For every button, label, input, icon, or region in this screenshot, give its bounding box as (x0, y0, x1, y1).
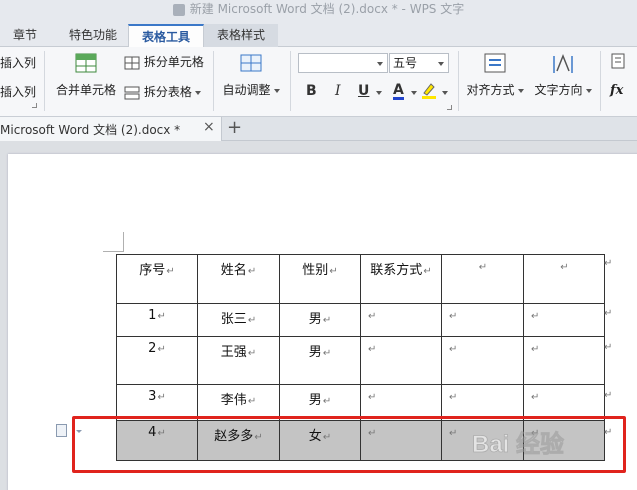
table-cell[interactable]: 联系方式↵ (360, 254, 442, 304)
table-cell[interactable]: 姓名↵ (197, 254, 280, 304)
split-cells-label: 拆分单元格 (143, 55, 204, 69)
document-tab[interactable]: Microsoft Word 文档 (2).docx * × (0, 117, 222, 141)
split-table-label: 拆分表格 (143, 85, 192, 99)
auto-fit-icon (240, 54, 262, 72)
divider (458, 51, 459, 111)
font-color-dropdown-icon[interactable] (411, 91, 417, 95)
table-cell[interactable]: 序号↵ (116, 254, 198, 304)
insert-col-right-button[interactable]: 插入列 (0, 54, 36, 71)
table-cell[interactable]: 男↵ (279, 336, 361, 385)
table-cell[interactable]: 2↵ (116, 336, 198, 385)
table-cell[interactable]: 1↵ (116, 303, 198, 337)
row-end-mark: ↵ (604, 390, 613, 401)
paragraph-handle-icon[interactable] (56, 424, 67, 437)
underline-button[interactable]: U (358, 83, 369, 99)
split-cells-icon (124, 56, 140, 69)
split-table-icon (124, 86, 140, 99)
bold-button[interactable]: B (306, 83, 317, 99)
table-cell[interactable]: 王强↵ (197, 336, 280, 385)
text-direction-button[interactable]: 文字方向 (532, 53, 594, 98)
highlight-pen-icon[interactable] (420, 81, 438, 99)
formula-button[interactable]: fx (610, 83, 623, 98)
table-cell[interactable]: ↵ (360, 303, 442, 337)
app-logo-icon (172, 4, 185, 16)
tab-chapter[interactable]: 章节 (0, 24, 50, 47)
row-end-mark: ↵ (604, 308, 613, 319)
auto-fit-button[interactable]: 自动调整 (220, 53, 282, 98)
split-cells-button[interactable]: 拆分单元格 (124, 53, 204, 70)
margin-mark (123, 232, 124, 252)
baidu-watermark-logo: Bai 经验 (472, 430, 565, 459)
underline-dropdown-icon[interactable] (376, 91, 382, 95)
insert-col-left-button[interactable]: 插入列 (0, 83, 36, 100)
insert-col-label: 插入列 (0, 56, 37, 70)
table-cell[interactable]: ↵ (523, 303, 605, 337)
split-table-button[interactable]: 拆分表格 (124, 83, 201, 100)
align-icon (484, 53, 506, 73)
document-tab-name: Microsoft Word 文档 (2).docx * (0, 123, 181, 137)
merge-cells-label: 合并单元格 (55, 83, 116, 97)
table-row[interactable]: 序号↵ 姓名↵ 性别↵ 联系方式↵ ↵ ↵ (116, 254, 605, 304)
font-size-value: 五号 (393, 56, 418, 70)
table-cell[interactable]: ↵ (523, 336, 605, 385)
divider (44, 51, 45, 111)
table-cell[interactable]: 男↵ (279, 303, 361, 337)
window-title: 新建 Microsoft Word 文档 (2).docx * - WPS 文字 (189, 2, 465, 16)
tab-special[interactable]: 特色功能 (58, 24, 128, 47)
merge-cells-icon (75, 53, 97, 73)
font-name-select[interactable] (298, 53, 388, 73)
font-launcher-icon[interactable] (447, 105, 452, 110)
divider (600, 51, 601, 111)
table-cell[interactable]: 性别↵ (279, 254, 361, 304)
table-cell[interactable]: ↵ (360, 336, 442, 385)
highlight-dropdown-icon[interactable] (442, 91, 448, 95)
text-direction-label: 文字方向 (534, 83, 583, 97)
new-tab-icon[interactable]: + (227, 117, 242, 139)
table-cell[interactable]: ↵ (441, 336, 524, 385)
svg-text:Bai 经验: Bai 经验 (472, 430, 564, 458)
ribbon-toolbar: 插入列 插入列 合并单元格 拆分单元格 拆分表格 自动调整 五号 B I U A… (0, 47, 637, 117)
align-button[interactable]: 对齐方式 (464, 53, 526, 98)
merge-cells-button[interactable]: 合并单元格 (55, 53, 117, 98)
table-cell[interactable]: ↵ (441, 254, 524, 304)
table-cell[interactable]: ↵ (523, 254, 605, 304)
italic-button[interactable]: I (335, 83, 341, 99)
font-size-select[interactable]: 五号 (389, 53, 449, 73)
table-cell[interactable]: 张三↵ (197, 303, 280, 337)
group-launcher-icon[interactable] (32, 103, 37, 108)
divider (213, 51, 214, 111)
quick-calc-icon[interactable] (611, 53, 625, 69)
tab-table-style[interactable]: 表格样式 (204, 24, 278, 47)
ribbon-tabs: 章节 特色功能 表格工具 表格样式 (0, 21, 637, 47)
insert-col-label-2: 插入列 (0, 85, 37, 99)
row-end-mark: ↵ (604, 342, 613, 353)
margin-mark (103, 251, 123, 252)
text-direction-icon (553, 53, 573, 73)
table-cell[interactable]: ↵ (441, 303, 524, 337)
auto-fit-label: 自动调整 (222, 83, 271, 97)
close-tab-icon[interactable]: × (203, 119, 215, 135)
align-label: 对齐方式 (466, 83, 515, 97)
document-tabs: Microsoft Word 文档 (2).docx * × + (0, 117, 637, 141)
divider (290, 51, 291, 111)
table-row[interactable]: 1↵ 张三↵ 男↵ ↵ ↵ ↵ (116, 303, 605, 337)
font-color-button[interactable]: A (393, 83, 404, 100)
title-bar: 新建 Microsoft Word 文档 (2).docx * - WPS 文字 (0, 0, 637, 21)
tab-table-tools[interactable]: 表格工具 (128, 24, 204, 47)
table-row[interactable]: 2↵ 王强↵ 男↵ ↵ ↵ ↵ (116, 336, 605, 385)
row-end-mark: ↵ (604, 258, 613, 269)
